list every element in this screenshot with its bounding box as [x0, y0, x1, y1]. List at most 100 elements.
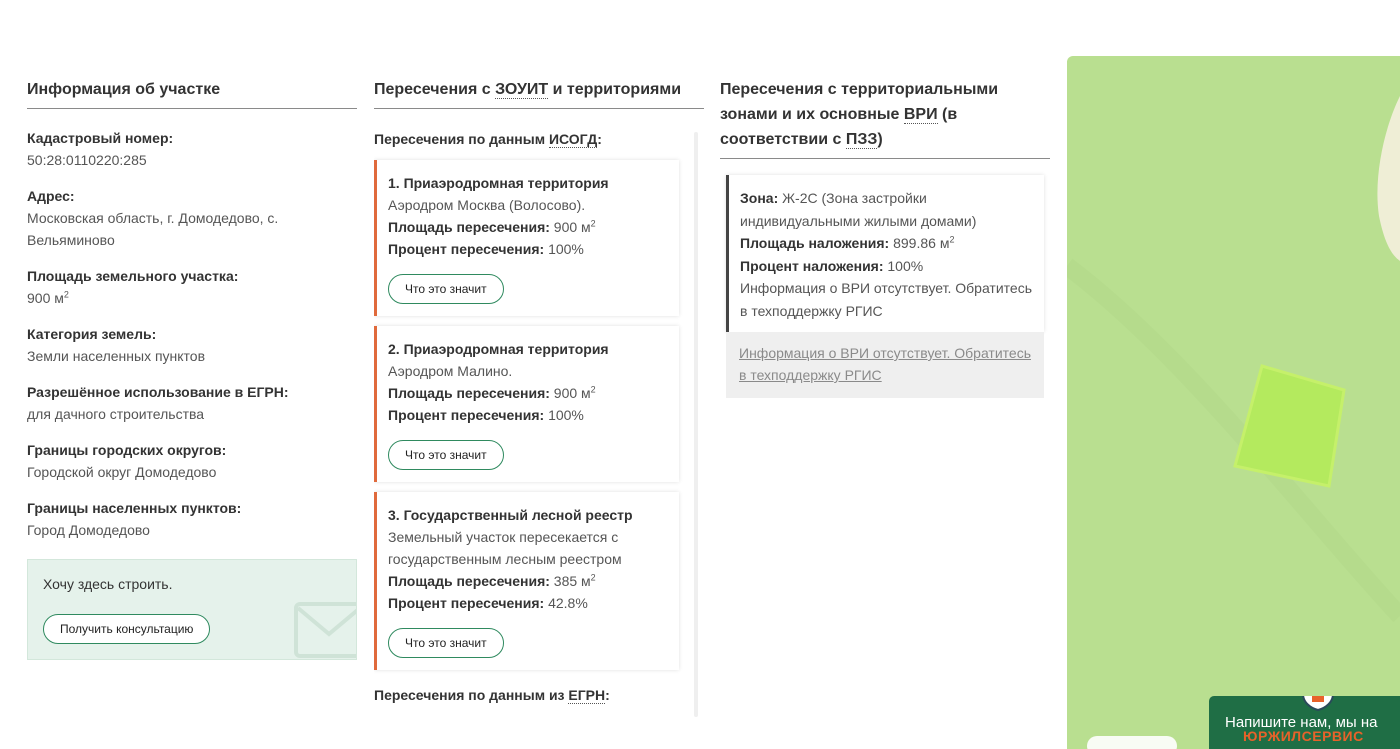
zone-info-box: Информация о ВРИ отсутствует. Обратитесь… [726, 332, 1044, 398]
map-view[interactable] [1067, 56, 1400, 749]
area-value: 385 м [553, 573, 591, 589]
zone-card: Зона: Ж-2С (Зона застройки индивидуальны… [726, 175, 1044, 332]
map-road [1067, 258, 1400, 623]
subtitle-text: : [605, 687, 610, 703]
consult-box: Хочу здесь строить. Получить консультаци… [27, 559, 357, 660]
percent-label: Процент пересечения: [388, 407, 545, 423]
field-label: Границы населенных пунктов: [27, 500, 242, 516]
area-sup: 2 [590, 384, 596, 395]
card-percent: Процент пересечения: 100% [388, 238, 665, 260]
area-label: Площадь пересечения: [388, 385, 550, 401]
chat-widget[interactable]: Напишите нам, мы на ЮРЖИЛСЕРВИС [1209, 696, 1400, 749]
plot-info-panel: Информация об участке Кадастровый номер:… [27, 77, 357, 660]
subtitle-text: : [597, 131, 602, 147]
scrollbar[interactable] [694, 132, 698, 717]
field-address: Адрес: Московская область, г. Домодедово… [27, 185, 357, 251]
zouit-title: Пересечения с ЗОУИТ и территориями [374, 77, 704, 109]
intersection-card: 2. Приаэродромная территория Аэродром Ма… [374, 326, 679, 482]
card-title: 2. Приаэродромная территория [388, 341, 609, 357]
percent-value: 100% [887, 257, 924, 274]
card-desc: Земельный участок пересекается с государ… [388, 529, 622, 567]
zone-row: Зона: Ж-2С (Зона застройки индивидуальны… [740, 187, 1034, 232]
zone-note: Информация о ВРИ отсутствует. Обратитесь… [740, 280, 1032, 319]
shield-logo-icon [1302, 696, 1334, 712]
field-value: 900 м2 [27, 287, 357, 309]
intersection-card: 1. Приаэродромная территория Аэродром Мо… [374, 160, 679, 316]
card-area: Площадь пересечения: 900 м2 [388, 382, 665, 404]
subtitle-text: Пересечения по данным из [374, 687, 569, 703]
area-value: 899.86 м [893, 235, 950, 251]
field-value: 50:28:0110220:285 [27, 152, 147, 168]
what-it-means-button[interactable]: Что это значит [388, 628, 504, 658]
field-value: Городской округ Домодедово [27, 464, 217, 480]
card-percent: Процент пересечения: 100% [388, 404, 665, 426]
pzz-abbr[interactable]: ПЗЗ [845, 131, 878, 149]
field-permitted-use: Разрешённое использование в ЕГРН: для да… [27, 381, 357, 425]
zouit-abbr[interactable]: ЗОУИТ [495, 81, 549, 99]
egrn-abbr[interactable]: ЕГРН [568, 687, 606, 704]
card-desc: Аэродром Москва (Волосово). [388, 197, 586, 213]
chat-brand: ЮРЖИЛСЕРВИС [1243, 728, 1364, 744]
percent-value: 100% [548, 241, 584, 257]
area-label: Площадь пересечения: [388, 219, 550, 235]
area-sup: 2 [590, 218, 596, 229]
subtitle-text: Пересечения по данным [374, 131, 549, 147]
get-consultation-button[interactable]: Получить консультацию [43, 614, 211, 644]
plot-info-title: Информация об участке [27, 77, 357, 109]
what-it-means-button[interactable]: Что это значит [388, 440, 504, 470]
zones-title: Пересечения с территориальными зонами и … [720, 77, 1050, 159]
area-sup: 2 [949, 234, 955, 245]
field-label: Категория земель: [27, 326, 157, 342]
field-label: Разрешённое использование в ЕГРН: [27, 384, 289, 400]
card-desc: Аэродром Малино. [388, 363, 513, 379]
field-label: Площадь земельного участка: [27, 268, 239, 284]
field-value: для дачного строительства [27, 406, 205, 422]
envelope-icon [294, 602, 356, 658]
percent-label: Процент наложения: [740, 257, 884, 274]
consult-text: Хочу здесь строить. [43, 576, 173, 592]
title-text: ) [877, 131, 883, 148]
zouit-intersections-panel: Пересечения с ЗОУИТ и территориями Перес… [374, 77, 704, 749]
map-canvas[interactable] [1067, 56, 1400, 749]
card-title: 3. Государственный лесной реестр [388, 507, 633, 523]
title-text: и территориями [548, 81, 682, 98]
parcel-polygon[interactable] [1233, 364, 1346, 488]
map-control[interactable] [1087, 736, 1177, 749]
area-sup: 2 [590, 572, 596, 583]
zone-percent-row: Процент наложения: 100% [740, 255, 1034, 278]
title-text: Пересечения с [374, 81, 496, 98]
field-land-category: Категория земель: Земли населенных пункт… [27, 323, 357, 367]
rgis-support-link[interactable]: Информация о ВРИ отсутствует. Обратитесь… [739, 345, 1031, 383]
isogd-abbr[interactable]: ИСОГД [548, 131, 598, 148]
field-cadastral: Кадастровый номер: 50:28:0110220:285 [27, 127, 357, 171]
card-area: Площадь пересечения: 900 м2 [388, 216, 665, 238]
field-value: Земли населенных пунктов [27, 348, 206, 364]
vri-abbr[interactable]: ВРИ [903, 106, 938, 124]
field-city-district: Границы городских округов: Городской окр… [27, 439, 357, 483]
percent-value: 42.8% [548, 595, 588, 611]
field-value: Город Домодедово [27, 522, 150, 538]
area-unit-sup: 2 [63, 289, 69, 300]
percent-value: 100% [548, 407, 584, 423]
area-label: Площадь пересечения: [388, 573, 550, 589]
what-it-means-button[interactable]: Что это значит [388, 274, 504, 304]
card-percent: Процент пересечения: 42.8% [388, 592, 665, 614]
intersection-card: 3. Государственный лесной реестр Земельн… [374, 492, 679, 670]
percent-label: Процент пересечения: [388, 241, 545, 257]
zone-label: Зона: [740, 190, 779, 206]
field-label: Границы городских округов: [27, 442, 227, 458]
zones-panel: Пересечения с территориальными зонами и … [720, 77, 1050, 398]
map-feature [1377, 96, 1400, 261]
field-settlement: Границы населенных пунктов: Город Домоде… [27, 497, 357, 541]
percent-label: Процент пересечения: [388, 595, 545, 611]
card-title: 1. Приаэродромная территория [388, 175, 609, 191]
card-area: Площадь пересечения: 385 м2 [388, 570, 665, 592]
area-value: 900 м [553, 385, 591, 401]
egrn-subtitle: Пересечения по данным из ЕГРН: [374, 684, 704, 706]
field-label: Адрес: [27, 188, 75, 204]
area-value: 900 м [27, 290, 64, 306]
area-value: 900 м [553, 219, 591, 235]
field-value: Московская область, г. Домодедово, с. Ве… [27, 210, 279, 248]
area-label: Площадь наложения: [740, 235, 890, 251]
isogd-subtitle: Пересечения по данным ИСОГД: [374, 128, 704, 150]
